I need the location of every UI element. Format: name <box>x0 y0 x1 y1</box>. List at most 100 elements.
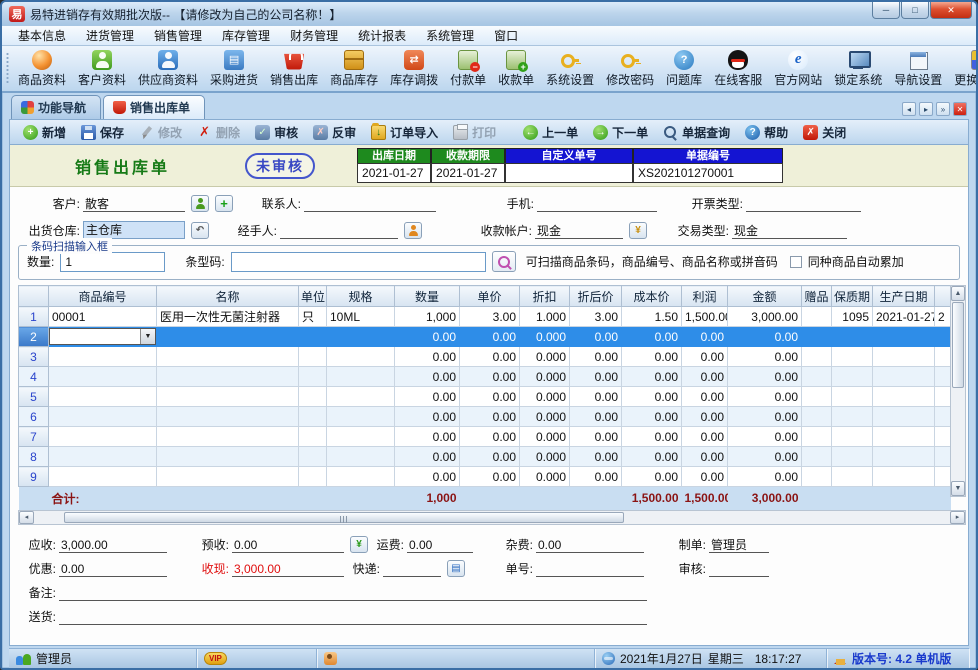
cell-prod_date[interactable] <box>873 407 935 427</box>
cell-name[interactable] <box>157 447 299 467</box>
cell-disc_price[interactable]: 0.00 <box>570 387 622 407</box>
cell-qty[interactable]: 0.00 <box>395 467 460 487</box>
cell-shelf[interactable] <box>832 347 873 367</box>
cell-prod_date[interactable] <box>873 347 935 367</box>
cell-profit[interactable]: 0.00 <box>682 407 728 427</box>
col-header-amount[interactable]: 金额 <box>728 286 802 307</box>
cell-unit[interactable] <box>299 427 327 447</box>
scroll-up-icon[interactable]: ▲ <box>951 286 965 301</box>
cell-spec[interactable] <box>327 327 395 347</box>
cell-name[interactable] <box>157 407 299 427</box>
cell-prod_date[interactable] <box>873 467 935 487</box>
cell-extra[interactable] <box>935 447 951 467</box>
cell-gift[interactable] <box>802 427 832 447</box>
cell-cost[interactable]: 1.50 <box>622 307 682 327</box>
tab-tabsale[interactable]: 销售出库单 <box>103 95 205 119</box>
maximize-button[interactable]: □ <box>901 2 929 19</box>
cell-unit[interactable] <box>299 387 327 407</box>
cell-cost[interactable]: 0.00 <box>622 367 682 387</box>
menu-item-3[interactable]: 库存管理 <box>212 25 280 46</box>
cell-discount[interactable]: 0.000 <box>520 327 570 347</box>
cell-disc_price[interactable]: 0.00 <box>570 347 622 367</box>
toolbar-button-supplier-2[interactable]: 供应商资料 <box>132 48 204 89</box>
horizontal-scrollbar[interactable]: ◂ ▸ <box>18 510 966 525</box>
cell-disc_price[interactable]: 0.00 <box>570 447 622 467</box>
cell-spec[interactable] <box>327 347 395 367</box>
cell-cost[interactable]: 0.00 <box>622 447 682 467</box>
doc-save-button[interactable]: 保存 <box>74 122 131 143</box>
doc-print-button[interactable]: 打印 <box>446 122 503 143</box>
toolbar-button-transfer-6[interactable]: ⇄库存调拨 <box>384 48 444 89</box>
toolbar-button-nav-15[interactable]: 导航设置 <box>888 48 948 89</box>
cell-unit[interactable] <box>299 347 327 367</box>
cell-code[interactable]: ▼ <box>49 327 157 347</box>
cell-amount[interactable]: 3,000.00 <box>728 307 802 327</box>
footer-field-value[interactable] <box>536 561 644 577</box>
toolbar-button-qq-12[interactable]: 在线客服 <box>708 48 768 89</box>
col-header-extra[interactable] <box>935 286 951 307</box>
cell-disc_price[interactable]: 3.00 <box>570 307 622 327</box>
cell-disc_price[interactable]: 0.00 <box>570 367 622 387</box>
cell-gift[interactable] <box>802 407 832 427</box>
cell-shelf[interactable] <box>832 327 873 347</box>
cell-extra[interactable]: 2 <box>935 307 951 327</box>
cell-spec[interactable] <box>327 447 395 467</box>
cell-profit[interactable]: 0.00 <box>682 387 728 407</box>
cell-amount[interactable]: 0.00 <box>728 407 802 427</box>
cell-code[interactable] <box>49 467 157 487</box>
header-field-value[interactable]: XS202101270001 <box>633 163 783 183</box>
cell-code[interactable] <box>49 447 157 467</box>
combobox-value[interactable] <box>50 329 140 344</box>
col-header-code[interactable]: 商品编号 <box>49 286 157 307</box>
col-header-unit[interactable]: 单位 <box>299 286 327 307</box>
cell-qty[interactable]: 1,000 <box>395 307 460 327</box>
cell-price[interactable]: 0.00 <box>460 347 520 367</box>
col-header-gift[interactable]: 赠品 <box>802 286 832 307</box>
cell-name[interactable] <box>157 387 299 407</box>
cell-spec[interactable]: 10ML <box>327 307 395 327</box>
warehouse-picker-icon[interactable]: ↶ <box>191 222 209 239</box>
cell-unit[interactable] <box>299 447 327 467</box>
menu-item-0[interactable]: 基本信息 <box>8 25 76 46</box>
toolbar-button-web-13[interactable]: e官方网站 <box>768 48 828 89</box>
cell-unit[interactable] <box>299 367 327 387</box>
cell-amount[interactable]: 0.00 <box>728 367 802 387</box>
cell-qty[interactable]: 0.00 <box>395 327 460 347</box>
cell-shelf[interactable] <box>832 387 873 407</box>
cell-code[interactable] <box>49 387 157 407</box>
doc-audit-button[interactable]: ✓审核 <box>248 122 305 143</box>
doc-unaudit-button[interactable]: ✗反审 <box>306 122 363 143</box>
field-value[interactable] <box>304 196 436 212</box>
cell-shelf[interactable] <box>832 467 873 487</box>
cell-shelf[interactable] <box>832 407 873 427</box>
cell-amount[interactable]: 0.00 <box>728 427 802 447</box>
cell-code[interactable] <box>49 407 157 427</box>
cell-disc_price[interactable]: 0.00 <box>570 427 622 447</box>
field-value[interactable]: 散客 <box>83 196 185 212</box>
cell-cost[interactable]: 0.00 <box>622 467 682 487</box>
cell-prod_date[interactable] <box>873 387 935 407</box>
cell-price[interactable]: 3.00 <box>460 307 520 327</box>
cell-name[interactable]: 医用一次性无菌注射器 <box>157 307 299 327</box>
cell-prod_date[interactable] <box>873 367 935 387</box>
cell-gift[interactable] <box>802 347 832 367</box>
cell-shelf[interactable] <box>832 367 873 387</box>
doc-help-button[interactable]: ?帮助 <box>738 122 795 143</box>
cell-name[interactable] <box>157 427 299 447</box>
cell-qty[interactable]: 0.00 <box>395 407 460 427</box>
customer-add-icon[interactable]: + <box>215 195 233 212</box>
cell-qty[interactable]: 0.00 <box>395 367 460 387</box>
cell-profit[interactable]: 0.00 <box>682 327 728 347</box>
cell-shelf[interactable]: 1095 <box>832 307 873 327</box>
cell-profit[interactable]: 0.00 <box>682 447 728 467</box>
cell-extra[interactable] <box>935 347 951 367</box>
footer-field-value[interactable]: 0.00 <box>536 537 644 553</box>
col-header-qty[interactable]: 数量 <box>395 286 460 307</box>
doc-edit-button[interactable]: 修改 <box>132 122 189 143</box>
toolbar-button-receive-8[interactable]: 收款单 <box>492 48 540 89</box>
tab-scroll-right-icon[interactable]: ▸ <box>919 102 933 116</box>
toolbar-button-key-9[interactable]: 系统设置 <box>540 48 600 89</box>
toolbar-button-skin-16[interactable]: 更换皮肤▾ <box>948 48 978 89</box>
minimize-button[interactable]: ─ <box>872 2 900 19</box>
header-field-value[interactable]: 2021-01-27 <box>357 163 431 183</box>
